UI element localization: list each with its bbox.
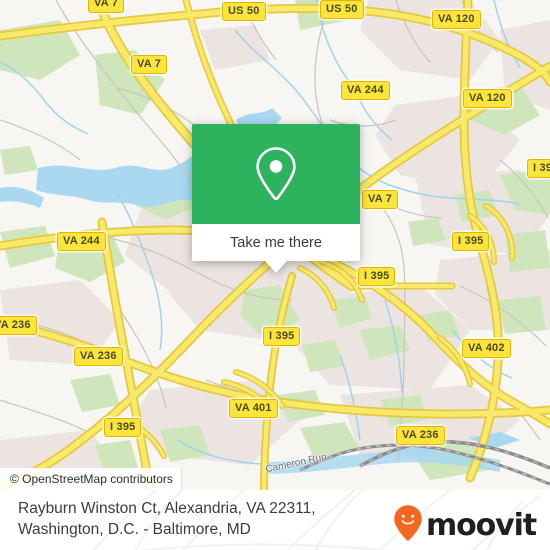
road-shield-va-244-top: VA 244	[341, 81, 390, 100]
road-shield-i-395-edge-right: I 395	[527, 159, 550, 178]
road-shield-us-50-left: US 50	[222, 2, 266, 21]
map-canvas[interactable]: VA 7 US 50 US 50 VA 120 VA 7 VA 244 VA 120 I 39…	[0, 0, 550, 490]
location-pin-icon	[253, 145, 299, 203]
take-me-there-button[interactable]: Take me there	[192, 224, 360, 261]
location-address: Rayburn Winston Ct, Alexandria, VA 22311…	[18, 498, 388, 540]
road-shield-va-236-edge-left: VA 236	[0, 316, 37, 335]
road-shield-i-395-mid-left: I 395	[263, 327, 301, 346]
road-shield-i-395-center: I 395	[358, 267, 396, 286]
moovit-logo[interactable]: moovit	[393, 504, 537, 547]
take-me-there-label: Take me there	[230, 234, 322, 251]
moovit-wordmark: moovit	[425, 507, 537, 543]
road-shield-va-236-west: VA 236	[74, 347, 123, 366]
road-shield-i-395-upper: I 395	[452, 232, 490, 251]
road-shield-va-120-right: VA 120	[463, 89, 512, 108]
road-shield-va-7-east: VA 7	[362, 190, 399, 209]
address-line-1: Rayburn Winston Ct, Alexandria, VA 22311…	[18, 500, 316, 517]
callout-pointer-tail	[265, 261, 287, 273]
road-shield-i-395-southwest: I 395	[104, 418, 142, 437]
road-shield-va-401: VA 401	[229, 399, 278, 418]
road-shield-va-7-north: VA 7	[88, 0, 125, 13]
road-shield-va-402: VA 402	[462, 339, 511, 358]
road-shield-va-244-left: VA 244	[57, 232, 106, 251]
callout-image-panel	[192, 124, 360, 224]
map-attribution[interactable]: © OpenStreetMap contributors	[0, 468, 182, 490]
road-shield-va-120-top: VA 120	[432, 10, 481, 29]
road-shield-va-236-southeast: VA 236	[396, 426, 445, 445]
moovit-map-screenshot: VA 7 US 50 US 50 VA 120 VA 7 VA 244 VA 120 I 39…	[0, 0, 550, 550]
location-callout-card[interactable]: Take me there	[192, 124, 360, 273]
moovit-smiling-pin-icon	[393, 504, 423, 547]
road-shield-us-50-right: US 50	[320, 0, 364, 19]
footer-bar: Rayburn Winston Ct, Alexandria, VA 22311…	[0, 490, 550, 550]
address-line-2: Washington, D.C. - Baltimore, MD	[18, 521, 251, 538]
road-shield-va-7-west: VA 7	[131, 55, 168, 74]
